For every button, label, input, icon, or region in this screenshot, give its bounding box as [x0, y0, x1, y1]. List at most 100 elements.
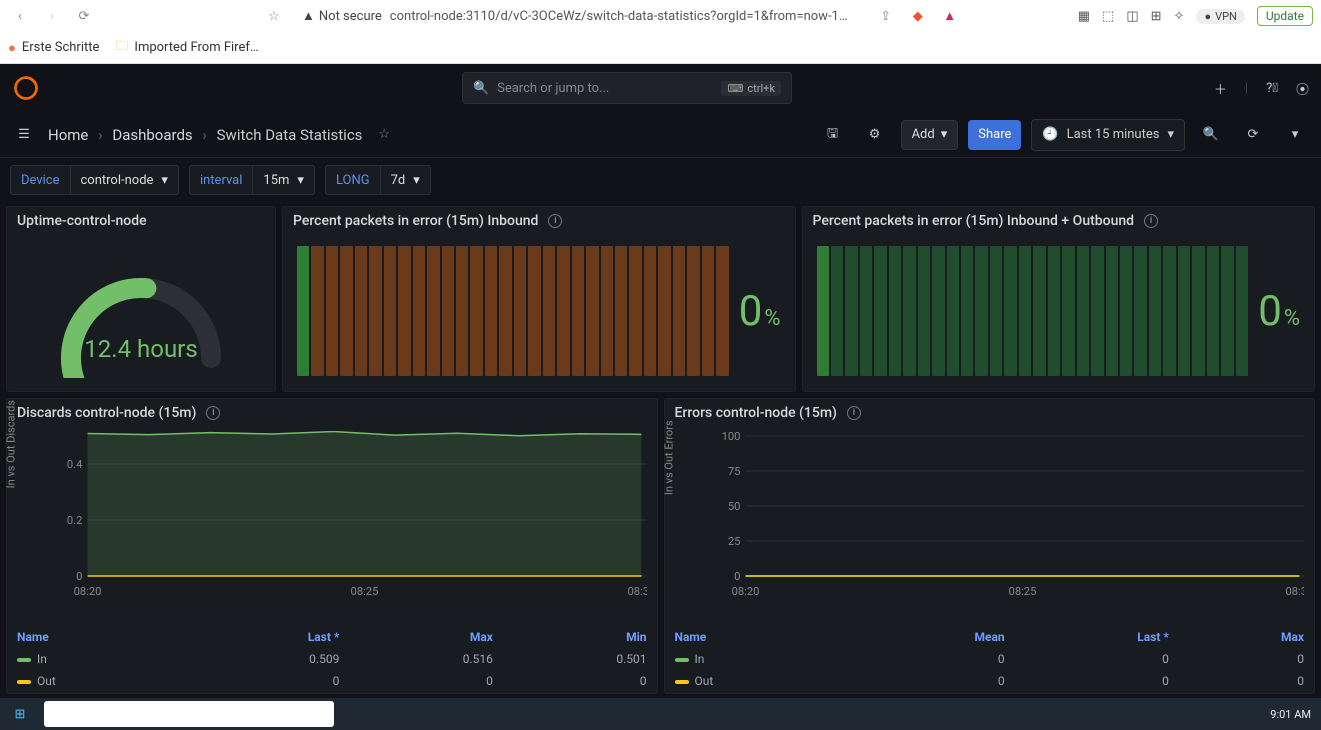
var-device-label: Device	[10, 165, 70, 195]
sidepanel-icon[interactable]: ◫	[1126, 9, 1138, 24]
share-icon[interactable]: ⇪	[874, 4, 898, 28]
grafana-topbar: 🔍 Search or jump to... ⌨ ctrl+k ＋ | ?⃝ ⦿	[0, 64, 1321, 112]
svg-text:75: 75	[727, 465, 740, 478]
svg-text:0.2: 0.2	[67, 514, 82, 527]
bar-graph	[297, 246, 729, 376]
chevron-down-icon: ▾	[297, 173, 304, 188]
bookmark-item[interactable]: ● Erste Schritte	[8, 40, 99, 56]
variable-row: Device control-node ▾ interval 15m ▾ LON…	[0, 158, 1321, 202]
info-icon[interactable]: i	[1144, 214, 1158, 228]
svg-text:08:20: 08:20	[731, 585, 759, 598]
bar-graph	[817, 246, 1249, 376]
panel-uptime[interactable]: Uptime-control-node 12.4 hours	[6, 206, 276, 392]
extensions-icon[interactable]: ⬚	[1102, 9, 1114, 24]
add-icon[interactable]: ＋	[1214, 79, 1227, 98]
wallet-icon[interactable]: ⊞	[1151, 9, 1162, 24]
brave-rewards-icon[interactable]: ▲	[938, 4, 962, 28]
svg-text:25: 25	[727, 535, 740, 548]
grafana-app: 🔍 Search or jump to... ⌨ ctrl+k ＋ | ?⃝ ⦿…	[0, 64, 1321, 698]
y-axis-label: In vs Out Discards	[5, 400, 18, 488]
panel-title: Percent packets in error (15m) Inbound	[293, 213, 538, 229]
windows-taskbar: ⊞ 9:01 AM	[0, 698, 1321, 730]
chevron-down-icon: ▾	[1167, 127, 1174, 142]
svg-text:08:30: 08:30	[1285, 585, 1304, 598]
system-tray[interactable]: 9:01 AM	[1260, 708, 1321, 721]
svg-text:0: 0	[734, 570, 740, 583]
menu-toggle[interactable]: ☰	[10, 121, 38, 149]
back-button[interactable]: ‹	[8, 4, 32, 28]
refresh-menu-icon[interactable]: ▾	[1279, 119, 1311, 151]
bookmark-item[interactable]: 🗀 Imported From Firef…	[115, 37, 258, 59]
crumb-current: Switch Data Statistics	[217, 126, 363, 144]
not-secure-badge: ▲ Not secure	[302, 8, 382, 24]
info-icon[interactable]: i	[548, 214, 562, 228]
legend-table: NameMeanLast *MaxIn000Out000	[665, 625, 1315, 693]
var-interval-label: interval	[189, 165, 252, 195]
brave-shield-icon[interactable]: ◆	[906, 4, 930, 28]
panel-grid: Uptime-control-node 12.4 hours Percent p…	[0, 202, 1321, 698]
url-text: control-node:3110/d/vC-3OCeWz/switch-dat…	[390, 9, 848, 24]
bookmarks-bar: ● Erste Schritte 🗀 Imported From Firef…	[0, 32, 1321, 64]
panel-pkt-inbound[interactable]: Percent packets in error (15m) Inboundi …	[282, 206, 796, 392]
crumb-home[interactable]: Home	[48, 126, 88, 144]
var-long-label: LONG	[325, 165, 380, 195]
svg-text:50: 50	[727, 500, 740, 513]
bookmark-icon[interactable]: ☆	[262, 4, 286, 28]
firefox-icon: ●	[8, 40, 16, 56]
var-device-select[interactable]: control-node ▾	[70, 165, 179, 195]
svg-text:0: 0	[76, 570, 82, 583]
info-icon[interactable]: i	[206, 406, 220, 420]
panel-title: Uptime-control-node	[7, 207, 275, 235]
search-kbd: ⌨ ctrl+k	[721, 81, 780, 96]
star-icon[interactable]: ☆	[378, 127, 390, 142]
vpn-pill[interactable]: ● VPN	[1196, 9, 1244, 24]
grafana-logo[interactable]	[12, 74, 40, 102]
reload-button[interactable]: ⟳	[72, 4, 96, 28]
taskbar-search[interactable]	[44, 701, 334, 727]
y-axis-label: In vs Out Errors	[662, 420, 675, 495]
time-range-picker[interactable]: 🕘 Last 15 minutes ▾	[1031, 119, 1185, 151]
svg-text:0.4: 0.4	[67, 458, 82, 471]
chevron-down-icon: ▾	[413, 173, 420, 188]
news-icon[interactable]: ⦿	[1296, 79, 1309, 98]
legend-table: NameLast *MaxMinIn0.5090.5160.501Out000	[7, 625, 657, 693]
big-percent: 0%	[1258, 287, 1300, 336]
breadcrumb: Home › Dashboards › Switch Data Statisti…	[48, 126, 362, 144]
ext-icon[interactable]: ▦	[1078, 9, 1090, 24]
var-interval-select[interactable]: 15m ▾	[252, 165, 315, 195]
share-button[interactable]: Share	[968, 120, 1021, 150]
panel-discards[interactable]: Discards control-node (15m)i In vs Out D…	[6, 398, 658, 694]
svg-text:08:25: 08:25	[351, 585, 379, 598]
search-input[interactable]: 🔍 Search or jump to... ⌨ ctrl+k	[462, 72, 792, 104]
svg-text:08:25: 08:25	[1008, 585, 1036, 598]
big-percent: 0%	[739, 287, 781, 336]
refresh-icon[interactable]: ⟳	[1237, 119, 1269, 151]
help-icon[interactable]: ?⃝	[1266, 81, 1278, 96]
sparkle-icon[interactable]: ✧	[1174, 9, 1185, 24]
chart-area: In vs Out Discards 00.20.408:2008:2508:3…	[7, 427, 657, 625]
info-icon[interactable]: i	[847, 406, 861, 420]
bookmark-label: Erste Schritte	[22, 40, 100, 55]
panel-errors[interactable]: Errors control-node (15m)i In vs Out Err…	[664, 398, 1316, 694]
clock: 9:01 AM	[1270, 708, 1311, 721]
update-button[interactable]: Update	[1257, 6, 1313, 26]
dashboard-header: ☰ Home › Dashboards › Switch Data Statis…	[0, 112, 1321, 158]
time-range-label: Last 15 minutes	[1067, 127, 1160, 142]
settings-icon[interactable]: ⚙	[859, 119, 891, 151]
gauge: 12.4 hours	[7, 235, 275, 391]
chevron-down-icon: ▾	[941, 127, 948, 142]
search-icon: 🔍	[473, 81, 489, 96]
start-button[interactable]: ⊞	[0, 698, 40, 730]
crumb-dashboards[interactable]: Dashboards	[112, 126, 192, 144]
address-bar[interactable]: ▲ Not secure control-node:3110/d/vC-3OCe…	[294, 8, 866, 24]
svg-text:08:30: 08:30	[628, 585, 647, 598]
save-icon[interactable]: 🖫	[817, 119, 849, 151]
zoom-out-icon[interactable]: 🔍	[1195, 119, 1227, 151]
extension-icons: ▦ ⬚ ◫ ⊞ ✧ ● VPN Update	[1078, 6, 1313, 26]
panel-pkt-inout[interactable]: Percent packets in error (15m) Inbound +…	[802, 206, 1316, 392]
chevron-down-icon: ▾	[161, 173, 168, 188]
forward-button[interactable]: ›	[40, 4, 64, 28]
var-long-select[interactable]: 7d ▾	[380, 165, 431, 195]
add-button[interactable]: Add ▾	[901, 120, 959, 150]
svg-text:08:20: 08:20	[74, 585, 102, 598]
